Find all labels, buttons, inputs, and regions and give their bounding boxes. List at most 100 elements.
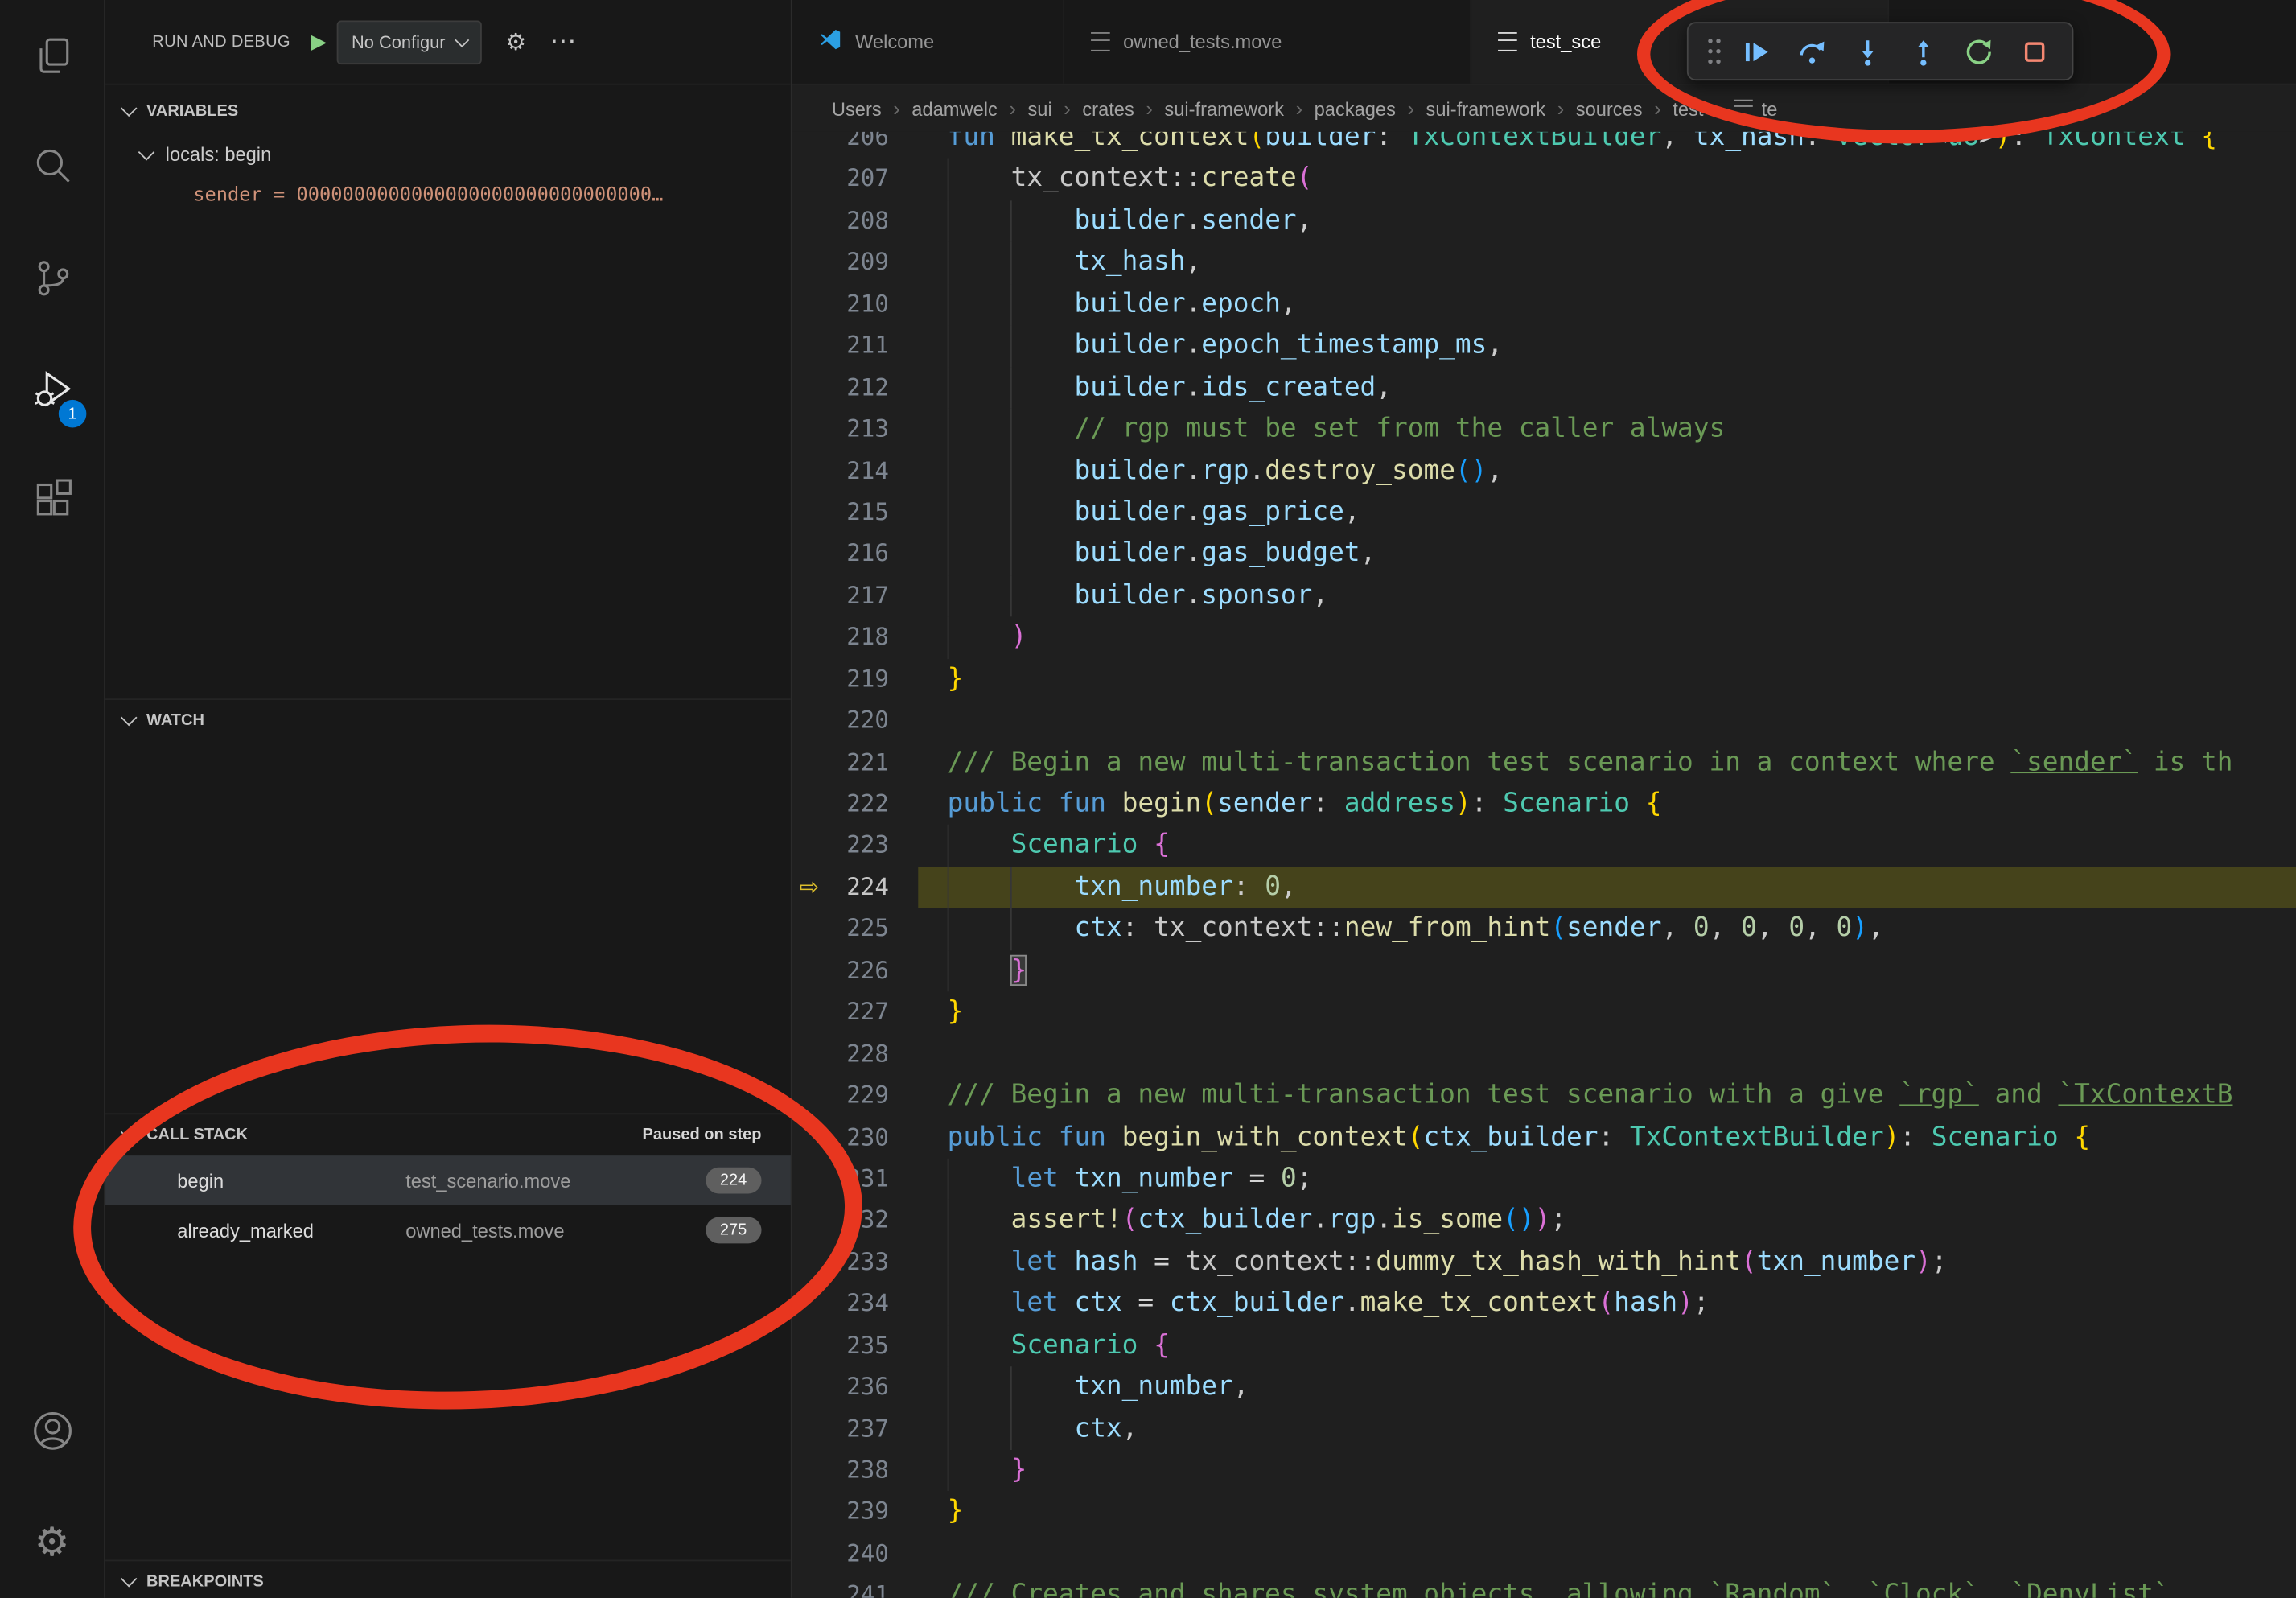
breakpoints-section-header[interactable]: BREAKPOINTS	[105, 1560, 791, 1598]
line-number-gutter[interactable]: 235	[792, 1325, 919, 1367]
code-line[interactable]: 221/// Begin a new multi-transaction tes…	[792, 742, 2296, 784]
call-stack-frame[interactable]: begintest_scenario.move224	[105, 1155, 791, 1205]
breadcrumb-item[interactable]: Users	[832, 97, 882, 119]
line-number-gutter[interactable]: 237	[792, 1408, 919, 1450]
breadcrumb-item[interactable]: crates	[1082, 97, 1134, 119]
code-line[interactable]: 228	[792, 1033, 2296, 1075]
breadcrumb-item[interactable]: sui	[1027, 97, 1051, 119]
code-line[interactable]: 230public fun begin_with_context(ctx_bui…	[792, 1117, 2296, 1159]
call-stack-section-header[interactable]: CALL STACK Paused on step	[105, 1113, 791, 1155]
code-line[interactable]: 218 )	[792, 617, 2296, 659]
explorer-icon[interactable]	[0, 0, 104, 111]
line-number-gutter[interactable]: 222	[792, 784, 919, 826]
line-number-gutter[interactable]: 214	[792, 451, 919, 492]
line-number-gutter[interactable]: 239	[792, 1492, 919, 1534]
line-number-gutter[interactable]: 228	[792, 1033, 919, 1075]
code-line[interactable]: 232 assert!(ctx_builder.rgp.is_some());	[792, 1200, 2296, 1242]
code-line[interactable]: 219}	[792, 659, 2296, 701]
breadcrumb-item[interactable]: sui-framework	[1426, 97, 1546, 119]
code-line[interactable]: 227}	[792, 992, 2296, 1034]
code-line[interactable]: 225 ctx: tx_context::new_from_hint(sende…	[792, 908, 2296, 950]
line-number-gutter[interactable]: 211	[792, 325, 919, 367]
line-number-gutter[interactable]: 238	[792, 1450, 919, 1492]
line-number-gutter[interactable]: 210	[792, 284, 919, 326]
tab-welcome[interactable]: Welcome	[792, 0, 1065, 84]
line-number-gutter[interactable]: 209	[792, 242, 919, 284]
line-number-gutter[interactable]: 231	[792, 1159, 919, 1201]
step-out-button[interactable]	[1898, 29, 1948, 73]
code-line[interactable]: 239}	[792, 1492, 2296, 1534]
call-stack-frame[interactable]: already_markedowned_tests.move275	[105, 1205, 791, 1255]
code-line[interactable]: 240	[792, 1534, 2296, 1575]
extensions-icon[interactable]	[0, 445, 104, 556]
code-line[interactable]: 210 builder.epoch,	[792, 284, 2296, 326]
line-number-gutter[interactable]: 232	[792, 1200, 919, 1242]
variables-section-header[interactable]: VARIABLES	[105, 91, 791, 132]
code-line[interactable]: 226 }	[792, 950, 2296, 992]
debug-settings-gear-icon[interactable]: ⚙	[505, 27, 526, 56]
code-line[interactable]: 217 builder.sponsor,	[792, 575, 2296, 617]
debug-config-dropdown[interactable]: No Configur	[337, 20, 482, 64]
stop-button[interactable]	[2009, 29, 2059, 73]
source-control-icon[interactable]	[0, 223, 104, 334]
code-area[interactable]: 206fun make_tx_context(builder: TxContex…	[792, 132, 2296, 1598]
breadcrumb-item[interactable]: packages	[1315, 97, 1396, 119]
line-number-gutter[interactable]: 233	[792, 1242, 919, 1283]
code-line[interactable]: 241/// Creates and shares system objects…	[792, 1575, 2296, 1598]
line-number-gutter[interactable]: 220	[792, 700, 919, 742]
code-line[interactable]: 236 txn_number,	[792, 1366, 2296, 1408]
more-actions-icon[interactable]: ⋯	[549, 27, 576, 57]
line-number-gutter[interactable]: 207	[792, 159, 919, 200]
line-number-gutter[interactable]: ⇨224	[792, 867, 919, 908]
line-number-gutter[interactable]: 223	[792, 826, 919, 867]
breadcrumb-item[interactable]: test	[1673, 97, 1703, 119]
tab-owned-tests-move[interactable]: owned_tests.move	[1064, 0, 1471, 84]
line-number-gutter[interactable]: 218	[792, 617, 919, 659]
code-line[interactable]: 233 let hash = tx_context::dummy_tx_hash…	[792, 1242, 2296, 1283]
search-icon[interactable]	[0, 111, 104, 222]
line-number-gutter[interactable]: 230	[792, 1117, 919, 1159]
code-line[interactable]: 212 builder.ids_created,	[792, 367, 2296, 409]
line-number-gutter[interactable]: 241	[792, 1575, 919, 1598]
code-line[interactable]: 220	[792, 700, 2296, 742]
variable-entry[interactable]: sender = 0000000000000000000000000000000…	[105, 175, 791, 216]
line-number-gutter[interactable]: 225	[792, 908, 919, 950]
line-number-gutter[interactable]: 208	[792, 200, 919, 242]
step-over-button[interactable]	[1787, 29, 1837, 73]
line-number-gutter[interactable]: 213	[792, 409, 919, 451]
step-into-button[interactable]	[1842, 29, 1892, 73]
code-line[interactable]: 235 Scenario {	[792, 1325, 2296, 1367]
line-number-gutter[interactable]: 234	[792, 1283, 919, 1325]
line-number-gutter[interactable]: 216	[792, 533, 919, 575]
run-and-debug-icon[interactable]: 1	[0, 334, 104, 445]
breadcrumb-item[interactable]: adamwelc	[911, 97, 998, 119]
line-number-gutter[interactable]: 219	[792, 659, 919, 701]
code-line[interactable]: 206fun make_tx_context(builder: TxContex…	[792, 132, 2296, 159]
code-line[interactable]: 214 builder.rgp.destroy_some(),	[792, 451, 2296, 492]
toolbar-drag-handle-icon[interactable]	[1701, 34, 1725, 69]
line-number-gutter[interactable]: 212	[792, 367, 919, 409]
line-number-gutter[interactable]: 226	[792, 950, 919, 992]
line-number-gutter[interactable]: 240	[792, 1534, 919, 1575]
restart-button[interactable]	[1953, 29, 2003, 73]
line-number-gutter[interactable]: 215	[792, 492, 919, 533]
continue-button[interactable]	[1730, 29, 1780, 73]
code-line[interactable]: 215 builder.gas_price,	[792, 492, 2296, 533]
code-line[interactable]: 211 builder.epoch_timestamp_ms,	[792, 325, 2296, 367]
line-number-gutter[interactable]: 206	[792, 132, 919, 159]
code-line[interactable]: 209 tx_hash,	[792, 242, 2296, 284]
code-line[interactable]: 213 // rgp must be set from the caller a…	[792, 409, 2296, 451]
code-line[interactable]: 229/// Begin a new multi-transaction tes…	[792, 1075, 2296, 1117]
breadcrumb-item-file[interactable]: te	[1734, 97, 1777, 119]
settings-gear-icon[interactable]: ⚙	[0, 1487, 104, 1598]
breadcrumb-item[interactable]: sources	[1576, 97, 1643, 119]
code-line[interactable]: 222public fun begin(sender: address): Sc…	[792, 784, 2296, 826]
line-number-gutter[interactable]: 217	[792, 575, 919, 617]
variables-scope-row[interactable]: locals: begin	[105, 132, 791, 176]
code-line[interactable]: 234 let ctx = ctx_builder.make_tx_contex…	[792, 1283, 2296, 1325]
code-line[interactable]: 223 Scenario {	[792, 826, 2296, 867]
watch-section-header[interactable]: WATCH	[105, 698, 791, 741]
line-number-gutter[interactable]: 236	[792, 1366, 919, 1408]
code-line[interactable]: 238 }	[792, 1450, 2296, 1492]
code-line[interactable]: 237 ctx,	[792, 1408, 2296, 1450]
